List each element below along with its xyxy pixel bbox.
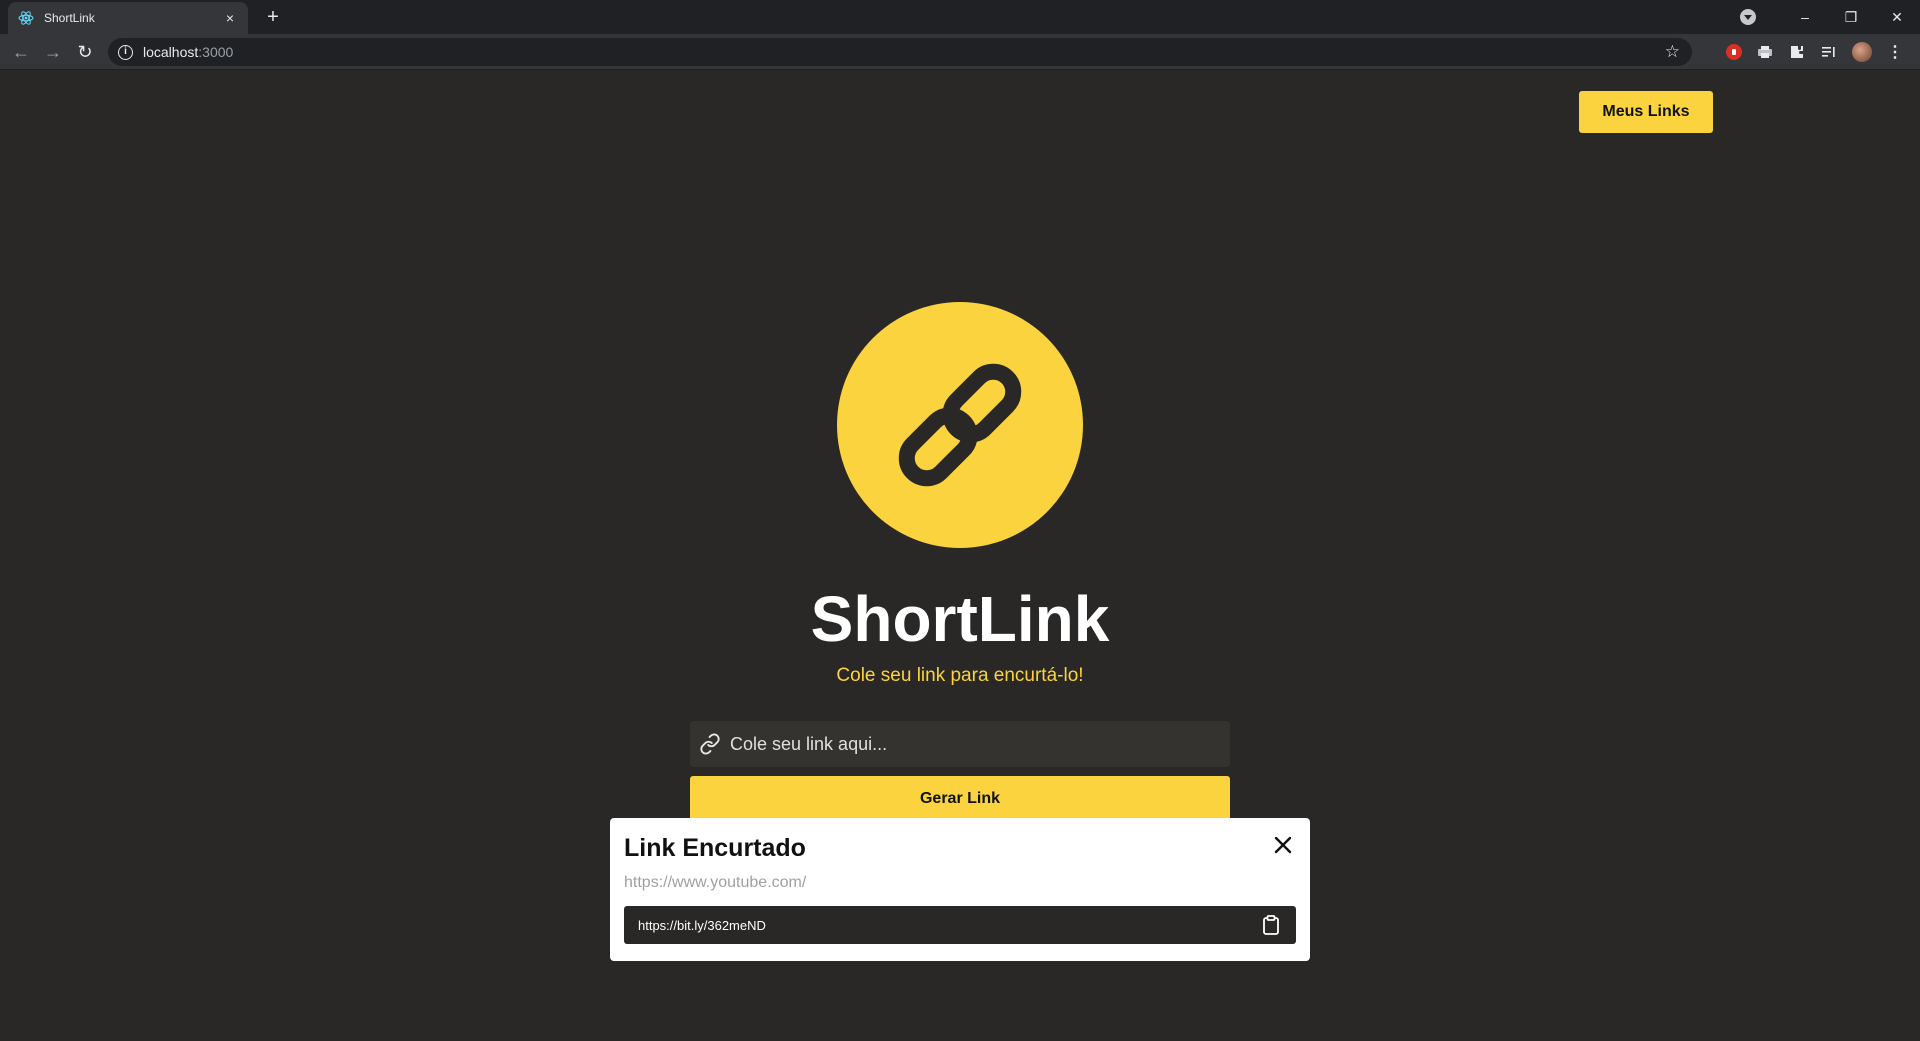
reload-icon[interactable]: ↻ xyxy=(73,40,97,64)
star-icon[interactable]: ☆ xyxy=(1665,42,1680,62)
minimize-button[interactable]: – xyxy=(1782,0,1828,34)
url-port: :3000 xyxy=(198,44,234,60)
forward-arrow-icon[interactable]: → xyxy=(41,40,65,64)
restore-button[interactable]: ❐ xyxy=(1828,0,1874,34)
tagline: Cole seu link para encurtá-lo! xyxy=(836,665,1084,686)
browser-tab[interactable]: ShortLink × xyxy=(8,2,248,34)
back-arrow-icon[interactable]: ← xyxy=(9,40,33,64)
browser-menu-icon[interactable]: ⋮ xyxy=(1886,43,1904,61)
extensions-area: ⋮ xyxy=(1726,40,1904,64)
close-icon[interactable] xyxy=(1270,832,1296,858)
original-url: https://www.youtube.com/ xyxy=(624,874,807,891)
extensions-icon[interactable] xyxy=(1788,43,1806,61)
link-input[interactable] xyxy=(730,733,1230,755)
link-icon xyxy=(898,363,1022,487)
short-url: https://bit.ly/362meND xyxy=(638,917,766,933)
link-icon xyxy=(698,732,722,756)
site-info-icon[interactable]: i xyxy=(118,44,133,60)
new-tab-button[interactable]: + xyxy=(262,6,284,28)
shortened-link-modal: Link Encurtado https://www.youtube.com/ … xyxy=(610,818,1310,961)
profile-avatar[interactable] xyxy=(1852,42,1872,62)
window-close-button[interactable]: ✕ xyxy=(1874,0,1920,34)
modal-title: Link Encurtado xyxy=(624,834,806,862)
generate-link-button[interactable]: Gerar Link xyxy=(690,776,1230,822)
brand-title: ShortLink xyxy=(810,583,1110,655)
link-input-field[interactable] xyxy=(690,721,1230,767)
short-url-box[interactable]: https://bit.ly/362meND xyxy=(624,906,1296,944)
browser-toolbar: ← → ↻ i localhost :3000 ☆ ⋮ xyxy=(0,34,1920,70)
window-controls: – ❐ ✕ xyxy=(1740,0,1920,34)
address-bar[interactable]: i localhost :3000 ☆ xyxy=(108,38,1692,66)
tab-search-icon[interactable] xyxy=(1740,9,1756,25)
url-host: localhost xyxy=(143,44,199,60)
tab-close-icon[interactable]: × xyxy=(222,10,238,26)
link-logo xyxy=(837,302,1083,548)
clipboard-icon[interactable] xyxy=(1260,914,1282,936)
reading-list-icon[interactable] xyxy=(1820,43,1838,61)
adblock-extension-icon[interactable] xyxy=(1726,44,1742,60)
browser-tabbar: ShortLink × + – ❐ ✕ xyxy=(0,0,1920,34)
react-icon xyxy=(18,10,34,26)
tab-title: ShortLink xyxy=(44,11,95,25)
printer-extension-icon[interactable] xyxy=(1756,43,1774,61)
my-links-button[interactable]: Meus Links xyxy=(1579,91,1713,133)
